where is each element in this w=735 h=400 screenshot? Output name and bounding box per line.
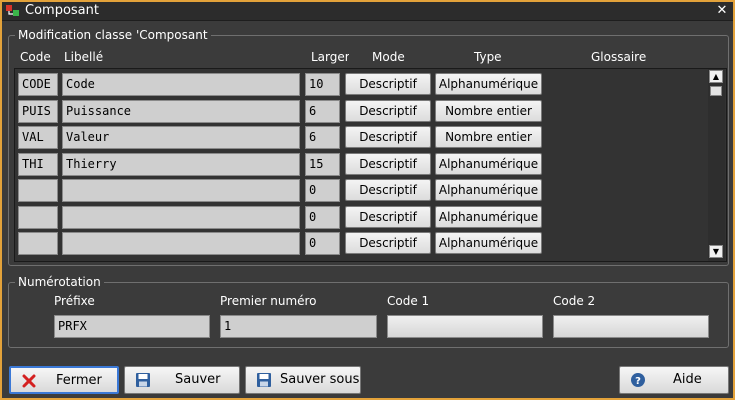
save-icon: [136, 373, 150, 387]
mode-button[interactable]: Descriptif: [345, 153, 431, 175]
aide-label: Aide: [673, 372, 702, 387]
help-icon: ?: [631, 373, 645, 387]
code1-button[interactable]: [387, 315, 543, 338]
sauver-sous-label: Sauver sous: [280, 372, 360, 387]
mode-button[interactable]: Descriptif: [345, 179, 431, 201]
libelle-cell[interactable]: [62, 232, 300, 255]
close-red-icon: [22, 374, 36, 388]
largeur-cell[interactable]: 6: [305, 126, 340, 149]
largeur-cell[interactable]: 0: [305, 179, 340, 202]
type-button[interactable]: Alphanumérique: [435, 179, 542, 201]
col-header-largeur: Larger: [311, 50, 349, 64]
type-button[interactable]: Nombre entier: [435, 100, 542, 122]
libelle-cell[interactable]: Thierry: [62, 153, 300, 176]
fermer-label: Fermer: [56, 373, 102, 388]
libelle-cell[interactable]: Code: [62, 73, 300, 96]
largeur-cell[interactable]: 0: [305, 206, 340, 229]
code2-button[interactable]: [553, 315, 709, 338]
col-header-type: Type: [474, 50, 502, 64]
col-header-mode: Mode: [372, 50, 405, 64]
largeur-cell[interactable]: 10: [305, 73, 340, 96]
code-cell[interactable]: CODE: [18, 73, 58, 96]
fermer-button[interactable]: Fermer: [9, 366, 119, 394]
grid-scrollbar[interactable]: ▲ ▼: [708, 69, 725, 261]
premier-numero-label: Premier numéro: [220, 294, 317, 308]
type-button[interactable]: Alphanumérique: [435, 232, 542, 254]
scroll-thumb[interactable]: [710, 86, 722, 96]
premier-numero-input[interactable]: 1: [220, 315, 377, 338]
libelle-cell[interactable]: Valeur: [62, 126, 300, 149]
type-button[interactable]: Alphanumérique: [435, 206, 542, 228]
type-button[interactable]: Alphanumérique: [435, 153, 542, 175]
prefixe-input[interactable]: PRFX: [54, 315, 210, 338]
prefixe-label: Préfixe: [54, 294, 95, 308]
col-header-code: Code: [20, 50, 51, 64]
code2-label: Code 2: [553, 294, 596, 308]
mode-button[interactable]: Descriptif: [345, 100, 431, 122]
col-header-libelle: Libellé: [64, 50, 104, 64]
grid-group-title: Modification classe 'Composant: [15, 27, 211, 43]
app-icon: [6, 5, 19, 16]
code-cell[interactable]: VAL: [18, 126, 58, 149]
code-cell[interactable]: THI: [18, 153, 58, 176]
title-bar[interactable]: Composant ✕: [2, 2, 733, 21]
code1-label: Code 1: [387, 294, 430, 308]
largeur-cell[interactable]: 15: [305, 153, 340, 176]
save-as-icon: [257, 373, 271, 387]
largeur-cell[interactable]: 0: [305, 232, 340, 255]
largeur-cell[interactable]: 6: [305, 100, 340, 123]
type-button[interactable]: Alphanumérique: [435, 73, 542, 95]
mode-button[interactable]: Descriptif: [345, 73, 431, 95]
close-icon[interactable]: ✕: [715, 2, 729, 19]
code-cell[interactable]: [18, 232, 58, 255]
composant-window: Composant ✕ Modification classe 'Composa…: [0, 0, 735, 400]
col-header-glossaire: Glossaire: [591, 50, 647, 64]
scroll-up-icon[interactable]: ▲: [709, 70, 723, 83]
scroll-down-icon[interactable]: ▼: [709, 245, 723, 258]
libelle-cell[interactable]: [62, 179, 300, 202]
mode-button[interactable]: Descriptif: [345, 206, 431, 228]
window-title: Composant: [25, 3, 99, 18]
numerotation-title: Numérotation: [15, 274, 104, 290]
libelle-cell[interactable]: Puissance: [62, 100, 300, 123]
type-button[interactable]: Nombre entier: [435, 126, 542, 148]
code-cell[interactable]: [18, 179, 58, 202]
sauver-sous-button[interactable]: Sauver sous: [245, 366, 361, 394]
sauver-button[interactable]: Sauver: [124, 366, 240, 394]
libelle-cell[interactable]: [62, 206, 300, 229]
code-cell[interactable]: PUIS: [18, 100, 58, 123]
code-cell[interactable]: [18, 206, 58, 229]
sauver-label: Sauver: [175, 372, 221, 387]
mode-button[interactable]: Descriptif: [345, 232, 431, 254]
aide-button[interactable]: ? Aide: [619, 366, 729, 394]
mode-button[interactable]: Descriptif: [345, 126, 431, 148]
svg-text:?: ?: [635, 376, 641, 387]
